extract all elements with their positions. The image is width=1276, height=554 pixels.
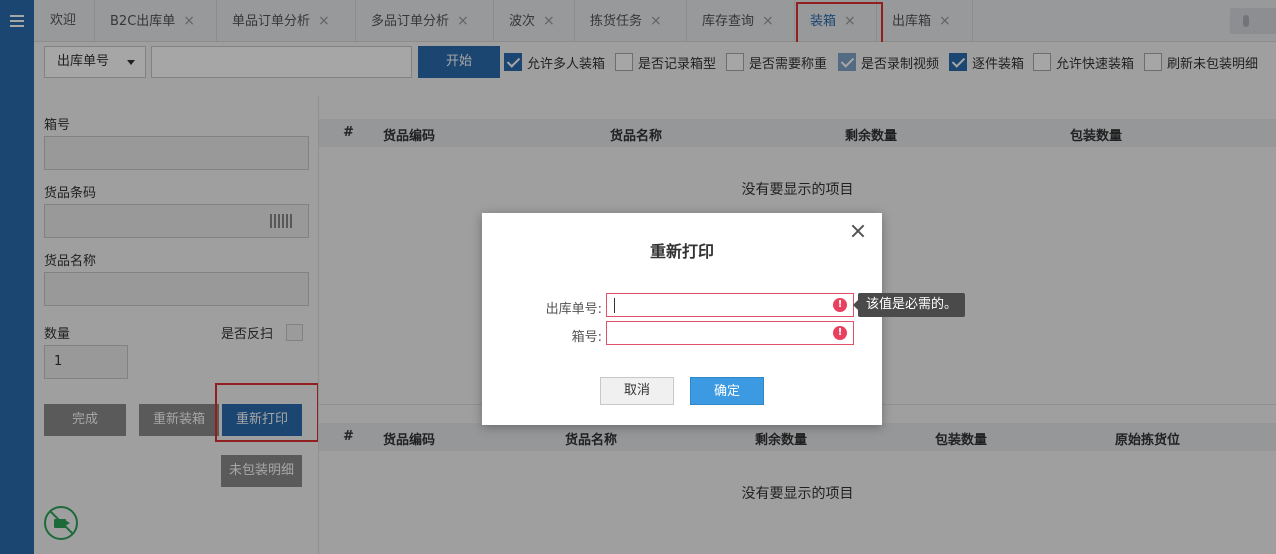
dialog-title: 重新打印 [649,242,714,261]
confirm-button[interactable]: 确定 [690,377,764,405]
box-number-label: 箱号: [571,330,602,345]
text-cursor [614,298,615,313]
dialog-order-number-input[interactable]: ! [606,293,854,317]
dialog-box-number-input[interactable]: ! [606,321,854,345]
order-number-label: 出库单号: [545,302,602,317]
error-icon: ! [833,298,847,312]
cancel-button[interactable]: 取消 [600,377,674,405]
error-icon: ! [833,326,847,340]
required-tooltip: 该值是必需的。 [852,293,966,317]
close-icon[interactable] [850,223,866,239]
reprint-dialog: 重新打印 出库单号: ! 箱号: ! 取消 确定 [482,213,882,425]
